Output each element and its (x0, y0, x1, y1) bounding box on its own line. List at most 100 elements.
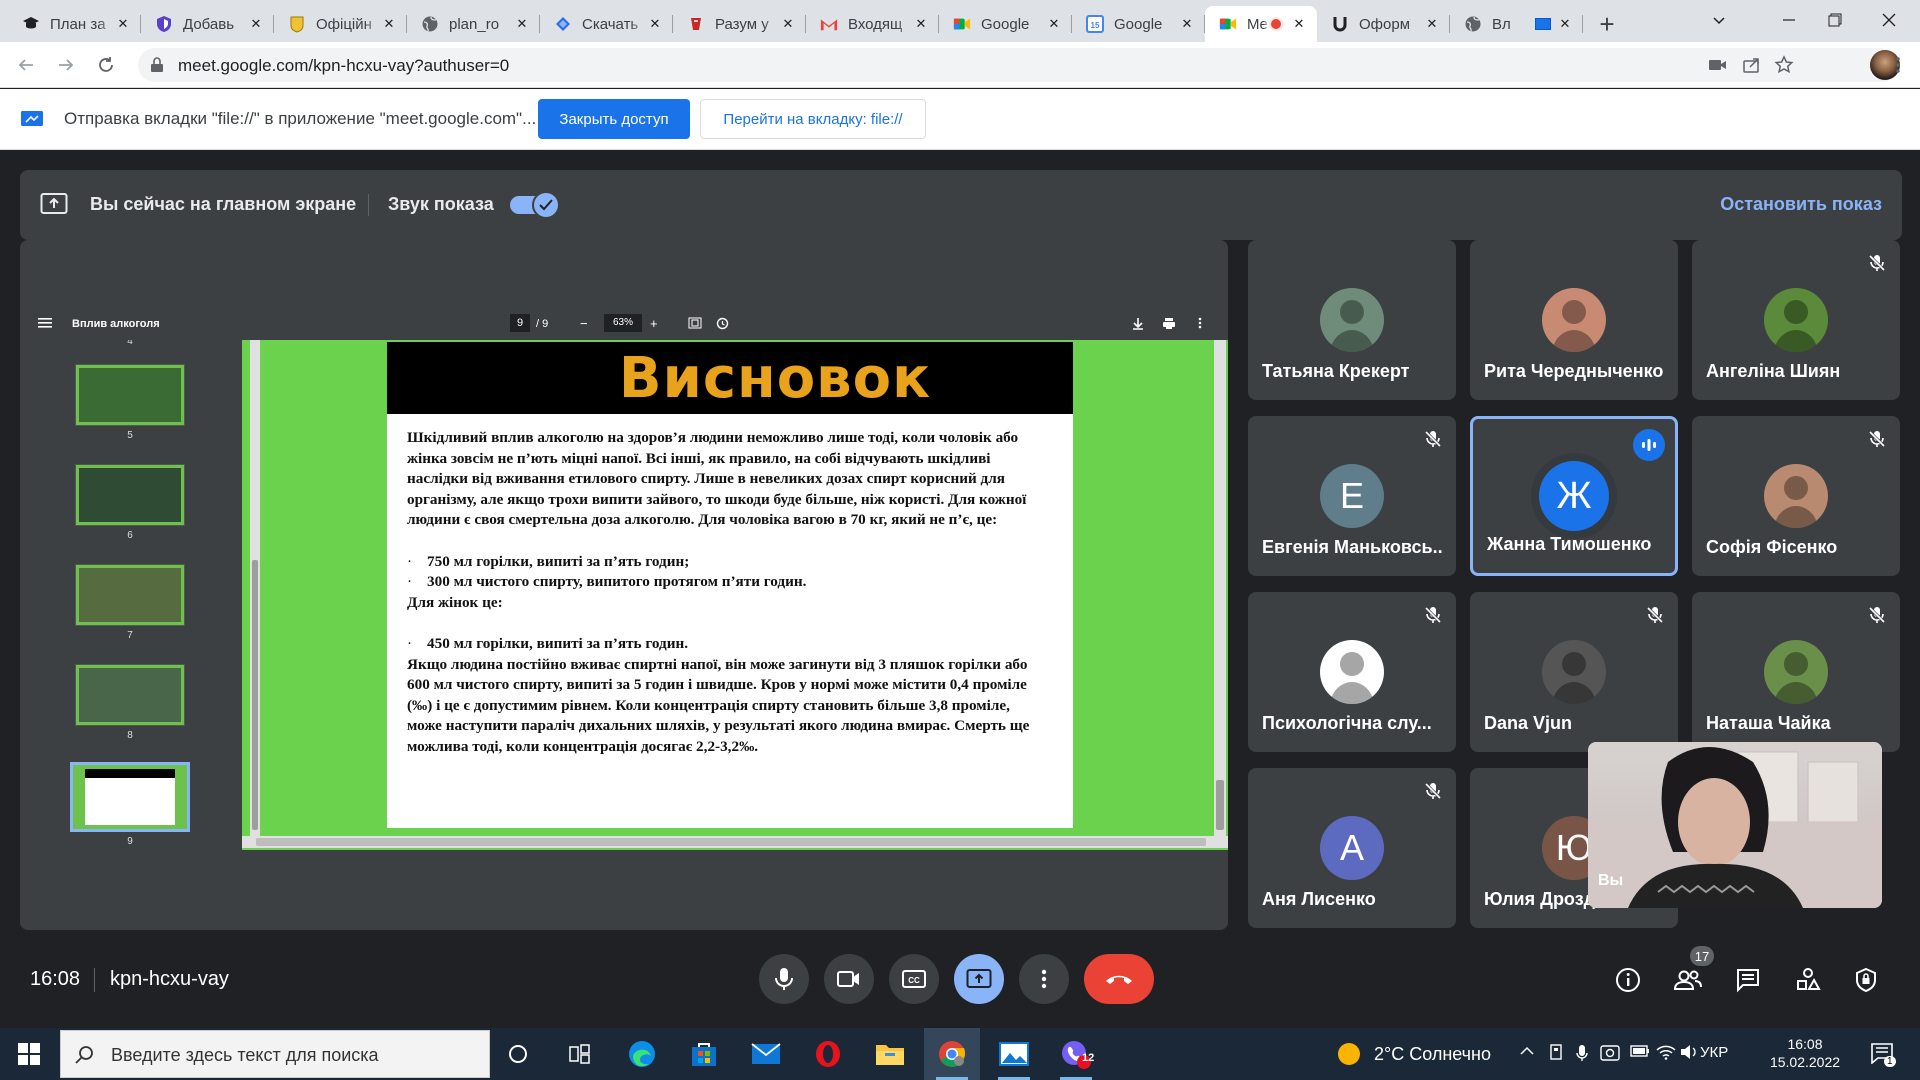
chat-button[interactable] (1730, 962, 1766, 998)
tab-2[interactable]: Добавь ✕ (141, 6, 274, 42)
close-tab-icon[interactable]: ✕ (1291, 16, 1307, 32)
new-tab-button[interactable]: + (1589, 6, 1625, 42)
chevron-up-icon[interactable] (1520, 1044, 1534, 1058)
forward-icon[interactable] (54, 53, 78, 77)
leave-call-button[interactable] (1084, 954, 1154, 1004)
stop-presenting-button[interactable]: Остановить показ (1720, 194, 1882, 215)
self-view-video[interactable]: Вы (1588, 742, 1882, 908)
pdf-menu-icon[interactable] (38, 317, 52, 329)
chrome-icon[interactable] (924, 1028, 980, 1080)
bookmark-star-icon[interactable] (1774, 55, 1794, 75)
microphone-button[interactable] (759, 954, 809, 1004)
close-tab-icon[interactable]: ✕ (514, 16, 530, 32)
scrollbar-thumb[interactable] (252, 560, 258, 830)
minimize-icon[interactable] (1766, 0, 1812, 40)
participant-tile[interactable]: Рита Чередныченко (1470, 240, 1678, 400)
participant-tile[interactable]: Психологічна слу... (1248, 592, 1456, 752)
system-clock[interactable]: 16:08 15.02.2022 (1760, 1035, 1850, 1071)
vertical-scrollbar[interactable] (1214, 340, 1226, 836)
pdf-viewport[interactable]: Висновок Шкідливий вплив алкоголю на здо… (242, 340, 1228, 850)
camera-in-use-tray-icon[interactable] (1600, 1044, 1620, 1062)
microphone-in-use-icon[interactable] (1576, 1044, 1588, 1062)
horizontal-scrollbar[interactable] (242, 836, 1228, 848)
camera-button[interactable] (824, 954, 874, 1004)
rotate-icon[interactable] (716, 317, 729, 330)
thumbnail-page-9[interactable] (70, 762, 190, 832)
viber-icon[interactable]: 12 (1048, 1028, 1104, 1080)
photos-icon[interactable] (986, 1028, 1042, 1080)
close-tab-icon[interactable]: ✕ (115, 16, 131, 32)
tab-1[interactable]: План за ✕ (8, 6, 141, 42)
edge-icon[interactable] (614, 1028, 670, 1080)
tab-7[interactable]: Входящ ✕ (806, 6, 939, 42)
opera-icon[interactable] (800, 1028, 856, 1080)
microsoft-store-icon[interactable] (676, 1028, 732, 1080)
url-text[interactable]: meet.google.com/kpn-hcxu-vay?authuser=0 (178, 56, 509, 76)
windows-start-icon[interactable] (0, 1028, 58, 1080)
omnibox[interactable]: meet.google.com/kpn-hcxu-vay?authuser=0 (138, 48, 1898, 82)
close-window-icon[interactable] (1866, 0, 1912, 40)
usb-device-icon[interactable] (1548, 1044, 1564, 1062)
pdf-zoom-input[interactable]: 63% (604, 314, 642, 332)
taskbar-search-box[interactable]: Введите здесь текст для поиска (60, 1030, 490, 1078)
close-tab-icon[interactable]: ✕ (381, 16, 397, 32)
close-tab-icon[interactable]: ✕ (647, 16, 663, 32)
thumbnail-page-8[interactable] (75, 664, 185, 726)
zoom-in-icon[interactable]: + (650, 317, 658, 330)
task-view-icon[interactable] (552, 1028, 608, 1080)
close-tab-icon[interactable]: ✕ (780, 16, 796, 32)
reload-icon[interactable] (94, 53, 118, 77)
stop-sharing-button[interactable]: Закрыть доступ (538, 99, 690, 139)
participant-tile[interactable]: А Аня Лисенко (1248, 768, 1456, 928)
tab-12[interactable]: Вл ✕ (1450, 6, 1583, 42)
chrome-menu-icon[interactable] (1886, 53, 1910, 77)
back-icon[interactable] (14, 53, 38, 77)
share-audio-toggle[interactable] (510, 191, 560, 219)
pdf-more-icon[interactable] (1198, 317, 1202, 329)
scrollbar-thumb[interactable] (256, 838, 1206, 846)
camera-in-use-icon[interactable] (1708, 55, 1728, 75)
tab-9[interactable]: 15 Google ✕ (1072, 6, 1205, 42)
thumbnail-page-5[interactable] (75, 364, 185, 426)
zoom-out-icon[interactable]: − (580, 317, 588, 330)
file-explorer-icon[interactable] (862, 1028, 918, 1080)
battery-icon[interactable] (1630, 1044, 1650, 1058)
tab-4[interactable]: plan_ro ✕ (407, 6, 540, 42)
close-tab-icon[interactable]: ✕ (913, 16, 929, 32)
tab-10[interactable]: Me ✕ (1205, 6, 1317, 42)
present-button[interactable] (954, 954, 1004, 1004)
tab-3[interactable]: Офіційн ✕ (274, 6, 407, 42)
volume-icon[interactable] (1680, 1044, 1698, 1060)
wifi-icon[interactable] (1656, 1044, 1676, 1060)
go-to-tab-button[interactable]: Перейти на вкладку: file:// (700, 99, 926, 139)
tab-6[interactable]: Разум у ✕ (673, 6, 806, 42)
close-tab-icon[interactable]: ✕ (1557, 16, 1573, 32)
lock-icon[interactable] (150, 57, 164, 73)
tab-8[interactable]: Google ✕ (939, 6, 1072, 42)
close-tab-icon[interactable]: ✕ (1424, 16, 1440, 32)
more-options-button[interactable] (1019, 954, 1069, 1004)
mail-icon[interactable] (738, 1028, 794, 1080)
pdf-page-input[interactable]: 9 (510, 314, 530, 332)
thumbnail-page-7[interactable] (75, 564, 185, 626)
weather-widget[interactable]: 2°C Солнечно (1338, 1043, 1491, 1065)
tab-11[interactable]: Оформ ✕ (1317, 6, 1450, 42)
participant-tile[interactable]: Татьяна Крекерт (1248, 240, 1456, 400)
people-button[interactable] (1670, 962, 1706, 998)
close-tab-icon[interactable]: ✕ (1046, 16, 1062, 32)
close-tab-icon[interactable]: ✕ (248, 16, 264, 32)
participant-tile[interactable]: Наташа Чайка (1692, 592, 1900, 752)
close-tab-icon[interactable]: ✕ (1179, 16, 1195, 32)
fit-page-icon[interactable] (688, 317, 702, 329)
host-controls-button[interactable] (1848, 962, 1884, 998)
captions-button[interactable]: CC (889, 954, 939, 1004)
scrollbar-thumb[interactable] (1216, 780, 1224, 830)
participant-tile[interactable]: Dana Vjun (1470, 592, 1678, 752)
notification-center-icon[interactable]: 1 (1870, 1042, 1896, 1067)
activities-button[interactable] (1790, 962, 1826, 998)
restore-icon[interactable] (1812, 0, 1858, 40)
share-icon[interactable] (1742, 55, 1762, 75)
input-language[interactable]: УКР (1700, 1044, 1728, 1061)
meeting-details-button[interactable] (1610, 962, 1646, 998)
print-icon[interactable] (1162, 317, 1176, 330)
